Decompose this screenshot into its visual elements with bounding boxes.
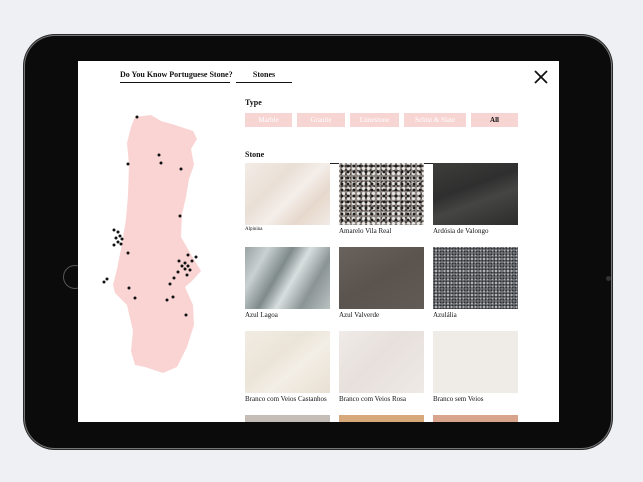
quarry-marker[interactable]: [183, 267, 187, 271]
stone-swatch: [433, 331, 518, 393]
stone-name: Azul Lagoa: [245, 311, 278, 319]
filter-schist-slate[interactable]: Schist & Slate: [404, 113, 466, 127]
app-screen: Do You Know Portuguese Stone? Stones Typ…: [78, 61, 559, 422]
stone-swatch: [339, 163, 424, 225]
quarry-marker[interactable]: [184, 313, 188, 317]
quarry-marker[interactable]: [127, 286, 131, 290]
quarry-marker[interactable]: [126, 162, 130, 166]
quarry-marker[interactable]: [185, 273, 189, 277]
stone-name: Branco com Veios Rosa: [339, 395, 406, 403]
stone-name: Alpinina: [245, 227, 263, 232]
quarry-marker[interactable]: [133, 296, 137, 300]
stone-tile-azul-lagoa[interactable]: Azul Lagoa: [245, 247, 330, 319]
filter-granite[interactable]: Granite: [297, 113, 345, 127]
stone-swatch: [339, 247, 424, 309]
stone-swatch: [245, 331, 330, 393]
quarry-marker[interactable]: [178, 214, 182, 218]
stone-tile-azulalia[interactable]: Azulália: [433, 247, 518, 319]
stone-tile[interactable]: [433, 415, 518, 422]
stone-swatch: [245, 415, 330, 422]
portugal-shape: [113, 115, 201, 373]
stone-swatch: [339, 415, 424, 422]
quarry-marker[interactable]: [159, 161, 163, 165]
quarry-marker[interactable]: [172, 276, 176, 280]
stone-tile[interactable]: [245, 415, 330, 422]
quarry-marker[interactable]: [177, 259, 181, 263]
quarry-marker[interactable]: [116, 240, 120, 244]
tab-stones[interactable]: Stones: [236, 70, 292, 83]
stone-tile-ardosia-de-valongo[interactable]: Ardósia de Valongo: [433, 163, 518, 235]
quarry-marker[interactable]: [168, 282, 172, 286]
stone-tile-branco-com-veios-rosa[interactable]: Branco com Veios Rosa: [339, 331, 424, 403]
quarry-marker[interactable]: [165, 298, 169, 302]
quarry-marker[interactable]: [126, 251, 130, 255]
quarry-marker[interactable]: [116, 230, 120, 234]
stone-name: Branco sem Veios: [433, 395, 484, 403]
quarry-marker[interactable]: [119, 242, 123, 246]
quarry-marker[interactable]: [118, 234, 122, 238]
quarry-marker[interactable]: [176, 270, 180, 274]
stone-swatch: [433, 247, 518, 309]
portugal-map[interactable]: [93, 109, 203, 377]
filter-limestone[interactable]: Limestone: [350, 113, 399, 127]
quarry-marker[interactable]: [183, 261, 187, 265]
stone-tile-alpinina[interactable]: Alpinina: [245, 163, 330, 232]
stone-tile[interactable]: [339, 415, 424, 422]
type-title: Type: [245, 98, 262, 107]
quarry-marker[interactable]: [186, 253, 190, 257]
stone-name: Branco com Veios Castanhos: [245, 395, 327, 403]
quarry-marker[interactable]: [188, 268, 192, 272]
tab-intro[interactable]: Do You Know Portuguese Stone?: [120, 70, 233, 83]
stone-tile-branco-sem-veios[interactable]: Branco sem Veios: [433, 331, 518, 403]
stone-tile-amarelo-vila-real[interactable]: Amarelo Vila Real: [339, 163, 424, 235]
quarry-marker[interactable]: [114, 236, 118, 240]
quarry-marker[interactable]: [171, 295, 175, 299]
stone-name: Azulália: [433, 311, 457, 319]
close-icon[interactable]: [533, 69, 549, 85]
quarry-marker[interactable]: [135, 115, 139, 119]
quarry-marker[interactable]: [105, 277, 109, 281]
quarry-marker[interactable]: [102, 280, 106, 284]
stone-swatch: [339, 331, 424, 393]
stone-tile-branco-com-veios-castanhos[interactable]: Branco com Veios Castanhos: [245, 331, 330, 403]
stone-grid: Alpinina Amarelo Vila Real Ardósia de Va…: [245, 163, 519, 422]
quarry-marker[interactable]: [190, 259, 194, 263]
quarry-marker[interactable]: [179, 167, 183, 171]
stone-swatch: [433, 415, 518, 422]
quarry-marker[interactable]: [120, 237, 124, 241]
stone-name: Ardósia de Valongo: [433, 227, 489, 235]
stone-title: Stone: [245, 150, 265, 159]
quarry-marker[interactable]: [194, 255, 198, 259]
stone-tile-azul-valverde[interactable]: Azul Valverde: [339, 247, 424, 319]
stone-name: Azul Valverde: [339, 311, 380, 319]
stone-name: Amarelo Vila Real: [339, 227, 392, 235]
filter-marble[interactable]: Marble: [245, 113, 292, 127]
quarry-marker[interactable]: [186, 264, 190, 268]
quarry-marker[interactable]: [112, 228, 116, 232]
quarry-marker[interactable]: [112, 243, 116, 247]
quarry-marker[interactable]: [157, 153, 161, 157]
camera-icon: [606, 276, 611, 281]
stone-swatch: [433, 163, 518, 225]
stone-swatch: [245, 247, 330, 309]
stone-swatch: [245, 163, 330, 225]
quarry-marker[interactable]: [180, 264, 184, 268]
filter-all[interactable]: All: [471, 113, 518, 127]
